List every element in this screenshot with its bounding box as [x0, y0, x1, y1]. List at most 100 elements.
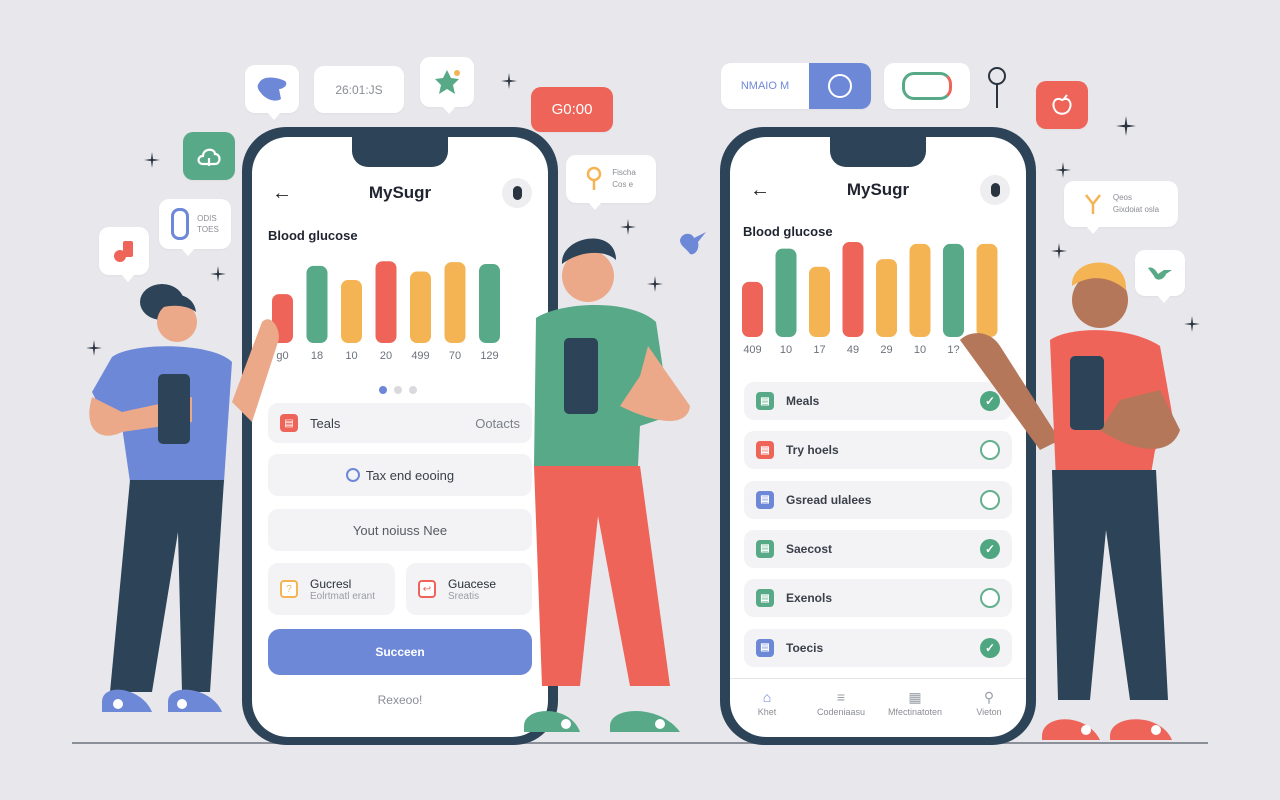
- primary-cta-button[interactable]: Succeen: [268, 629, 532, 675]
- tab-label: Mfectinatoten: [887, 707, 943, 717]
- star-card: [420, 57, 474, 114]
- info-card-right-line2: Gixdoiat osla: [1112, 205, 1160, 214]
- toggle-card: NMAIO M: [721, 63, 871, 109]
- chart-bar[interactable]: [909, 243, 931, 337]
- checklist-item-icon: ▤: [756, 441, 774, 460]
- stat-card-left-line1: ODIS: [197, 214, 217, 223]
- chart-tick-label: 1?: [947, 344, 959, 356]
- pager-dot-1[interactable]: [379, 386, 387, 394]
- stat-card-left: ODIS TOES: [159, 199, 231, 256]
- chart-bar[interactable]: [775, 248, 797, 337]
- pager-dots[interactable]: [379, 386, 417, 394]
- tab-label: Khet: [757, 707, 777, 717]
- pager-dot-2[interactable]: [394, 386, 402, 394]
- chart-bar[interactable]: [375, 261, 397, 343]
- phone-notch: [830, 137, 926, 167]
- chart-tick-label: 18: [311, 350, 323, 362]
- checklist-item-icon: ▤: [756, 392, 774, 410]
- profile-button[interactable]: [502, 178, 532, 208]
- list-icon: ≡: [836, 689, 846, 705]
- chart-bar[interactable]: [842, 242, 864, 337]
- fork-icon: [1084, 194, 1101, 214]
- chart-bar[interactable]: [410, 271, 431, 343]
- chart-bar[interactable]: [306, 265, 328, 343]
- summary-card-2-title: Guacese: [448, 576, 497, 591]
- track-row[interactable]: Tax end eooing: [268, 454, 532, 496]
- chart-tick-label: 10: [780, 344, 792, 356]
- profile-button[interactable]: [980, 175, 1010, 205]
- summary-card-2[interactable]: ↩ Guacese Sreatis: [406, 563, 532, 615]
- chart-bar[interactable]: [341, 280, 362, 343]
- tab-grid[interactable]: ▦ Mfectinatoten: [878, 679, 952, 737]
- timer-icon: [345, 468, 360, 482]
- phone-left: ← MySugr Blood glucose g0 18 10 20 499 70 129 …: [242, 127, 558, 745]
- user-icon: [512, 186, 522, 200]
- user-icon: [990, 183, 1000, 197]
- chart-bar[interactable]: [479, 264, 500, 343]
- chart-bar[interactable]: [742, 281, 763, 337]
- pager-dot-3[interactable]: [409, 386, 417, 394]
- illustration-man-red: [960, 250, 1200, 744]
- summary-card-1-title: Gucresl: [310, 576, 352, 591]
- chart-tick-label: 409: [743, 344, 761, 356]
- time-card-text: 26:01:JS: [335, 82, 383, 97]
- chart-tick-label: 29: [880, 344, 892, 356]
- chat-bubble-card: [245, 65, 299, 120]
- chart-bar[interactable]: [876, 259, 897, 337]
- notes-label: Yout noiuss Nee: [352, 522, 448, 538]
- chart-bar[interactable]: [444, 262, 466, 343]
- app-header: ← MySugr: [730, 170, 1026, 210]
- summary-card-2-subtitle: Sreatis: [448, 590, 480, 602]
- switch-icon: [902, 72, 952, 100]
- notes-row[interactable]: Yout noiuss Nee: [268, 509, 532, 551]
- sparkle-icon: [144, 152, 160, 168]
- glucose-reading-card: G0:00: [531, 87, 613, 132]
- apple-icon: [1052, 94, 1072, 115]
- tools-row[interactable]: ▤ Teals Ootacts: [268, 403, 532, 443]
- checklist-item-label: Exenols: [786, 591, 833, 606]
- tools-label: Teals: [310, 415, 341, 431]
- search-hint-line2: Cos e: [612, 180, 634, 189]
- blob-icon: [257, 77, 287, 101]
- chart-tick-label: 70: [449, 350, 461, 362]
- ring-icon: [171, 208, 190, 240]
- search-hint-card: Fischa Cos e: [566, 155, 656, 210]
- apple-card: [1036, 81, 1088, 129]
- back-arrow-icon[interactable]: ←: [272, 182, 292, 205]
- checklist-item-icon: ▤: [756, 589, 774, 608]
- chart-tick-label: 17: [813, 344, 825, 356]
- illustration-woman: [82, 282, 282, 742]
- section-title-blood-glucose: Blood glucose: [743, 224, 833, 239]
- chart-tick-label: 10: [345, 350, 357, 362]
- checklist-item-label: Meals: [786, 394, 820, 408]
- info-card-right-line1: Qeos: [1112, 193, 1132, 202]
- app-title: MySugr: [846, 180, 910, 199]
- cloud-card: [183, 132, 235, 180]
- section-title-blood-glucose: Blood glucose: [268, 228, 358, 243]
- music-note-icon: [114, 241, 133, 262]
- gauge-icon: [828, 74, 852, 98]
- app-header: ← MySugr: [252, 173, 548, 213]
- contacts-link[interactable]: Ootacts: [475, 416, 520, 431]
- tab-label: Codeniaasu: [816, 707, 866, 717]
- phone-notch: [352, 137, 448, 167]
- footer-link[interactable]: Rexeoo!: [252, 693, 548, 707]
- checklist-item-icon: ▤: [756, 638, 774, 657]
- chart-tick-label: 129: [480, 350, 498, 362]
- checklist-item-icon: ▤: [756, 490, 774, 509]
- star-icon: [435, 70, 460, 94]
- pin-icon: [586, 166, 602, 190]
- sparkle-icon: [501, 73, 517, 89]
- track-label: Tax end eooing: [365, 467, 455, 483]
- summary-card-1[interactable]: ? Gucresl Eolrtmatl erant: [268, 563, 395, 615]
- chart-down-icon: ↩: [418, 580, 436, 598]
- sparkle-icon: [1055, 162, 1071, 178]
- note-icon: ?: [280, 580, 298, 598]
- chart-bar[interactable]: [809, 266, 830, 337]
- grid-icon: ▦: [908, 689, 922, 705]
- time-card: 26:01:JS: [314, 66, 404, 113]
- chart-tick-label: 499: [411, 350, 429, 362]
- tab-home[interactable]: ⌂ Khet: [730, 679, 804, 737]
- back-arrow-icon[interactable]: ←: [750, 179, 770, 202]
- tab-list[interactable]: ≡ Codeniaasu: [804, 679, 878, 737]
